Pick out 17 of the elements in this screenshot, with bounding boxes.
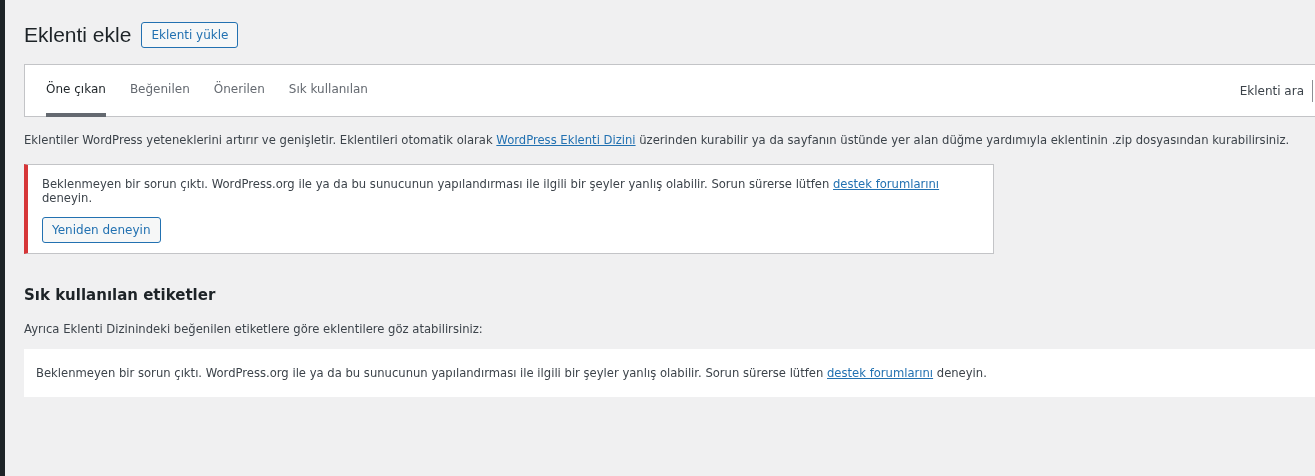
support-forums-link[interactable]: destek forumlarını	[833, 177, 940, 191]
section-heading: Sık kullanılan etiketler	[24, 286, 217, 304]
filter-tab[interactable]: Önerilen	[213, 65, 265, 117]
tags-intro-text: Ayrıca Eklenti Dizinindeki beğenilen etiketlere göre eklentilere göz atabilirsiniz:	[24, 322, 484, 336]
error-message: Beklenmeyen bir sorun çıktı. WordPress.org ile ya da bu sunucunun yapılandırması ile ilgili bir şeyler yanlış olabilir. Sorun sürerse lütfen destek forumlarını deneyin.	[42, 177, 941, 205]
filter-tab[interactable]: Beğenilen	[129, 65, 190, 117]
filter-tab[interactable]: Sık kullanılan	[288, 65, 368, 117]
page-title: Eklenti ekle	[24, 23, 132, 47]
plugin-directory-link[interactable]: WordPress Eklenti Dizini	[496, 133, 636, 147]
upload-plugin-button[interactable]: Eklenti yükle	[141, 22, 239, 48]
search-field[interactable]	[1312, 79, 1315, 102]
filter-tab[interactable]: Öne çıkan	[46, 65, 106, 117]
search-label: Eklenti ara	[1239, 83, 1304, 98]
error-message: Beklenmeyen bir sorun çıktı. WordPress.org ile ya da bu sunucunun yapılandırması ile ilgili bir şeyler yanlış olabilir. Sorun sürerse lütfen destek forumlarını deneyin.	[36, 366, 987, 380]
description-text: Eklentiler WordPress yeteneklerini artırır ve genişletir. Eklentileri otomatik olarak WordPress Eklenti Dizini üzerinden kurabilir ya da sayfanın üstünde yer alan düğme yardımıyla eklentinin .zip dosyasından kurabilirsiniz.	[24, 133, 1291, 147]
retry-button[interactable]: Yeniden deneyin	[42, 217, 161, 243]
support-forums-link[interactable]: destek forumlarını	[827, 366, 934, 380]
